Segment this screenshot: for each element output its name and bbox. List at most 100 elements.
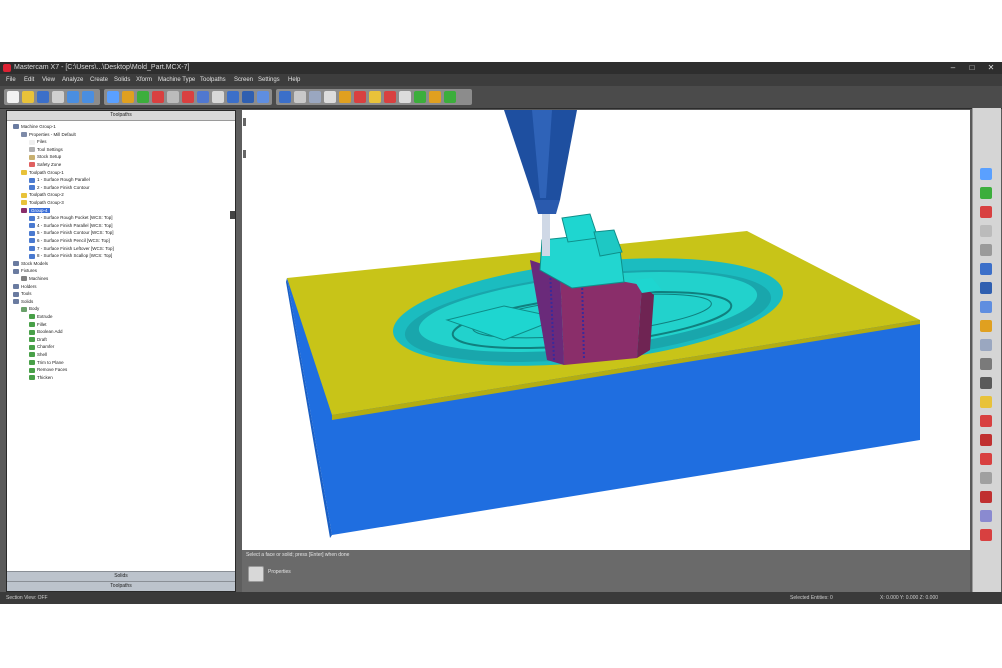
zoom-in-icon[interactable]	[980, 187, 992, 199]
zoom-out-icon[interactable]	[980, 206, 992, 218]
tree-item[interactable]: Machine Group-1	[13, 123, 56, 130]
rotate-icon[interactable]	[167, 91, 179, 103]
menu-toolpaths[interactable]: Toolpaths	[200, 74, 226, 86]
line-icon-2[interactable]	[980, 529, 992, 541]
open-folder-icon[interactable]	[22, 91, 34, 103]
tree-item[interactable]: Toolpath Group-1	[21, 169, 64, 176]
right-view-icon[interactable]	[257, 91, 269, 103]
tree-scrollbar[interactable]	[230, 211, 235, 219]
spline-icon[interactable]	[980, 491, 992, 503]
graphics-viewport[interactable]	[242, 110, 970, 550]
tree-item[interactable]: Shell	[29, 351, 47, 358]
menu-edit[interactable]: Edit	[24, 74, 34, 86]
tree-item[interactable]: Stock Setup	[29, 153, 61, 160]
tree-item[interactable]: 4 - Surface Finish Parallel [WCS: Top]	[29, 222, 112, 229]
pan-icon[interactable]	[980, 244, 992, 256]
tree-item[interactable]: Safety Zone	[29, 161, 61, 168]
tree-item[interactable]: Machines	[21, 275, 48, 282]
print-icon[interactable]	[52, 91, 64, 103]
tree-item[interactable]: Solids	[13, 298, 33, 305]
circle-icon[interactable]	[980, 453, 992, 465]
iso-view-icon[interactable]	[279, 91, 291, 103]
menu-solids[interactable]: Solids	[114, 74, 130, 86]
undo-icon[interactable]	[67, 91, 79, 103]
post-icon[interactable]	[444, 91, 456, 103]
measure-icon[interactable]	[980, 510, 992, 522]
menu-xform[interactable]: Xform	[136, 74, 152, 86]
wcs-icon[interactable]	[980, 377, 992, 389]
tree-item[interactable]: 2 - Surface Finish Contour	[29, 184, 90, 191]
front-view-icon[interactable]	[980, 282, 992, 294]
menu-help[interactable]: Help	[288, 74, 300, 86]
minimize-button[interactable]: –	[944, 62, 962, 74]
zoom-window-icon[interactable]	[122, 91, 134, 103]
tree-item[interactable]: Thicken	[29, 374, 53, 381]
maximize-button[interactable]: □	[963, 62, 981, 74]
tree-item[interactable]: 6 - Surface Finish Pencil [WCS: Top]	[29, 237, 110, 244]
tree-item[interactable]: Properties - Mill Default	[21, 131, 76, 138]
zoom-out-icon[interactable]	[152, 91, 164, 103]
point-icon[interactable]	[980, 472, 992, 484]
tree-item[interactable]: Holders	[13, 283, 37, 290]
rotate-icon[interactable]	[980, 225, 992, 237]
level-icon[interactable]	[980, 396, 992, 408]
tree-item[interactable]: Chamfer	[29, 343, 54, 350]
wireframe-icon[interactable]	[309, 91, 321, 103]
zoom-fit-icon[interactable]	[107, 91, 119, 103]
analyze-icon[interactable]	[212, 91, 224, 103]
menu-file[interactable]: File	[6, 74, 16, 86]
tree-item[interactable]: Toolpath Group-3	[21, 199, 64, 206]
zoom-fit-icon[interactable]	[980, 168, 992, 180]
menu-create[interactable]: Create	[90, 74, 108, 86]
surface-icon[interactable]	[399, 91, 411, 103]
mill-icon[interactable]	[339, 91, 351, 103]
zoom-in-icon[interactable]	[137, 91, 149, 103]
properties-button[interactable]	[248, 566, 264, 582]
tree-item[interactable]: Body	[21, 305, 39, 312]
menu-settings[interactable]: Settings	[258, 74, 280, 86]
drill-icon[interactable]	[384, 91, 396, 103]
lathe-icon[interactable]	[324, 91, 336, 103]
pocket-icon[interactable]	[369, 91, 381, 103]
tree-item[interactable]: Fixtures	[13, 267, 37, 274]
tree-item[interactable]: Tool Settings	[29, 146, 63, 153]
save-icon[interactable]	[37, 91, 49, 103]
arc-icon[interactable]	[980, 434, 992, 446]
front-view-icon[interactable]	[242, 91, 254, 103]
tree-item[interactable]: Boolean Add	[29, 328, 63, 335]
menu-view[interactable]: View	[42, 74, 55, 86]
iso-view-icon[interactable]	[980, 301, 992, 313]
tree-item[interactable]: 3 - Surface Rough Pocket [WCS: Top]	[29, 214, 112, 221]
tree-item[interactable]: Fillet	[29, 321, 47, 328]
wireframe-icon[interactable]	[980, 339, 992, 351]
shade-icon[interactable]	[294, 91, 306, 103]
tree-item[interactable]: 8 - Surface Finish Scallop [WCS: Top]	[29, 252, 112, 259]
shade-icon[interactable]	[980, 320, 992, 332]
tree-item[interactable]: Tools	[13, 290, 32, 297]
pan-icon[interactable]	[182, 91, 194, 103]
contour-icon[interactable]	[354, 91, 366, 103]
tree-item[interactable]: 5 - Surface Finish Contour [WCS: Top]	[29, 229, 113, 236]
backplot-icon[interactable]	[429, 91, 441, 103]
tree-item[interactable]: 1 - Surface Rough Parallel	[29, 176, 90, 183]
new-file-icon[interactable]	[7, 91, 19, 103]
verify-icon[interactable]	[414, 91, 426, 103]
tree-item[interactable]: Remove Faces	[29, 366, 67, 373]
top-view-icon[interactable]	[980, 263, 992, 275]
close-button[interactable]: ✕	[982, 62, 1000, 74]
tree-item[interactable]: Group-4	[21, 207, 50, 214]
line-icon[interactable]	[980, 415, 992, 427]
menu-analyze[interactable]: Analyze	[62, 74, 83, 86]
tree-item[interactable]: Draft	[29, 336, 47, 343]
app-icon[interactable]	[3, 64, 11, 72]
redo-icon[interactable]	[82, 91, 94, 103]
tree-item[interactable]: Stock Models	[13, 260, 48, 267]
tree-item[interactable]: Extrude	[29, 313, 53, 320]
tree-item[interactable]: Files	[29, 138, 47, 145]
delete-icon[interactable]	[197, 91, 209, 103]
tab-toolpaths[interactable]: Toolpaths	[7, 581, 235, 591]
cplane-icon[interactable]	[980, 358, 992, 370]
tree-item[interactable]: Toolpath Group-2	[21, 191, 64, 198]
top-view-icon[interactable]	[227, 91, 239, 103]
tab-solids[interactable]: Solids	[7, 571, 235, 581]
